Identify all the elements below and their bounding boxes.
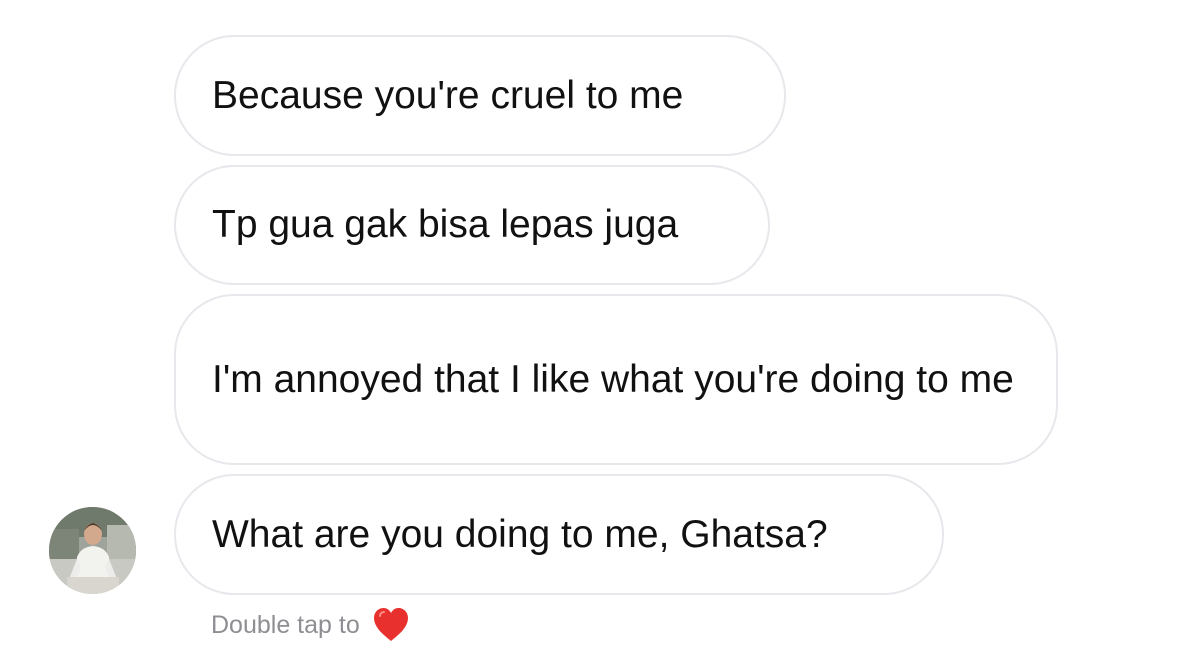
message-text: I'm annoyed that I like what you're doin… bbox=[212, 357, 1014, 401]
message-text: Tp gua gak bisa lepas juga bbox=[212, 203, 679, 246]
message-bubble[interactable]: I'm annoyed that I like what you're doin… bbox=[174, 294, 1058, 465]
sender-avatar[interactable] bbox=[49, 507, 136, 594]
heart-icon[interactable] bbox=[372, 607, 410, 643]
double-tap-hint: Double tap to bbox=[211, 607, 410, 643]
hint-label: Double tap to bbox=[211, 611, 360, 639]
avatar-photo bbox=[49, 507, 136, 594]
message-thread: Because you're cruel to me Tp gua gak bi… bbox=[0, 0, 1200, 648]
message-bubble[interactable]: Because you're cruel to me bbox=[174, 35, 786, 156]
message-text: Because you're cruel to me bbox=[212, 73, 684, 117]
message-bubble[interactable]: Tp gua gak bisa lepas juga bbox=[174, 165, 770, 285]
message-bubble[interactable]: What are you doing to me, Ghatsa? bbox=[174, 474, 944, 595]
message-text: What are you doing to me, Ghatsa? bbox=[212, 512, 828, 556]
